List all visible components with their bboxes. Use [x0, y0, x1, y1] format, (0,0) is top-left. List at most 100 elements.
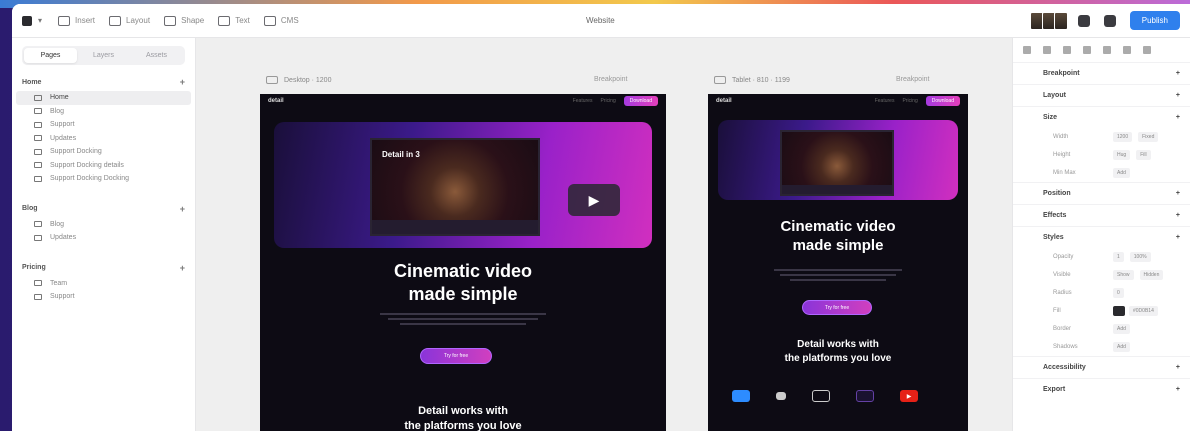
hero-title[interactable]: Cinematic video made simple — [708, 218, 968, 256]
page-item[interactable]: Support Docking Docking — [12, 172, 195, 186]
canvas[interactable]: Desktop · 1200 Breakpoint detail Feature… — [196, 38, 1012, 431]
plus-icon[interactable]: + — [180, 263, 185, 273]
panel-section-effects[interactable]: Effects + — [1013, 204, 1190, 226]
align-center-icon[interactable] — [1043, 46, 1051, 54]
row-label: Shadows — [1053, 344, 1078, 350]
plus-icon[interactable]: + — [1176, 190, 1180, 197]
align-middle-icon[interactable] — [1103, 46, 1111, 54]
nav-link-pricing[interactable]: Pricing — [902, 98, 917, 104]
panel-section-breakpoint[interactable]: Breakpoint + — [1013, 62, 1190, 84]
height-mode-select[interactable]: Fill — [1136, 150, 1151, 160]
plus-icon[interactable]: + — [1176, 92, 1180, 99]
hero-video[interactable] — [780, 130, 894, 196]
nav-download-button[interactable]: Download — [925, 96, 960, 106]
tablet-frame[interactable]: detail Features Pricing Download Cinemat… — [708, 94, 968, 431]
tab-layers[interactable]: Layers — [77, 48, 130, 63]
play-button[interactable]: ▶ — [568, 184, 620, 216]
page-item[interactable]: Support Docking — [12, 145, 195, 159]
width-input[interactable]: 1200 — [1113, 132, 1133, 142]
panel-section-size[interactable]: Size + — [1013, 106, 1190, 128]
toolbar-label: CMS — [280, 16, 299, 25]
shadows-add[interactable]: Add — [1113, 342, 1130, 352]
publish-button[interactable]: Publish — [1129, 11, 1180, 30]
align-left-icon[interactable] — [1023, 46, 1031, 54]
settings-icon[interactable] — [1103, 14, 1116, 27]
desktop-breakpoint-label[interactable]: Breakpoint — [594, 76, 627, 83]
play-icon: ▶ — [588, 191, 600, 208]
hero-title-line2: made simple — [792, 236, 884, 254]
desktop-frame-label[interactable]: Desktop · 1200 — [266, 76, 331, 84]
project-title[interactable]: Website — [586, 16, 615, 25]
tab-assets[interactable]: Assets — [130, 48, 183, 63]
visible-show[interactable]: Show — [1113, 270, 1134, 280]
panel-section-position[interactable]: Position + — [1013, 182, 1190, 204]
min-max-add[interactable]: Add — [1113, 168, 1130, 178]
hero-video[interactable]: Detail in 3 — [370, 138, 540, 236]
align-right-icon[interactable] — [1063, 46, 1071, 54]
fill-swatch[interactable] — [1113, 306, 1125, 316]
section-header-home[interactable]: Home + — [12, 73, 195, 91]
tablet-breakpoint-label[interactable]: Breakpoint — [896, 76, 929, 83]
visible-hidden[interactable]: Hidden — [1139, 270, 1164, 280]
nav-link-features[interactable]: Features — [875, 98, 895, 104]
plus-icon[interactable]: + — [1176, 70, 1180, 77]
nav-download-button[interactable]: Download — [623, 96, 658, 106]
toolbar-cms[interactable]: CMS — [263, 15, 299, 26]
height-input[interactable]: Hug — [1113, 150, 1131, 160]
fill-hex-input[interactable]: #0D0B14 — [1129, 306, 1158, 316]
radius-input[interactable]: 0 — [1113, 288, 1124, 298]
plus-icon[interactable]: + — [180, 77, 185, 87]
tablet-frame-label[interactable]: Tablet · 810 · 1199 — [714, 76, 790, 84]
plus-icon[interactable]: + — [1176, 114, 1180, 121]
tab-pages[interactable]: Pages — [24, 48, 77, 63]
section-header-pricing[interactable]: Pricing + — [12, 259, 195, 277]
hero-title-line1: Cinematic video — [780, 218, 896, 235]
border-add[interactable]: Add — [1113, 324, 1130, 334]
toolbar-layout[interactable]: Layout — [109, 15, 150, 26]
platforms-title[interactable]: Detail works with the platforms you love — [708, 338, 968, 365]
page-item[interactable]: Support Docking details — [12, 159, 195, 173]
panel-section-styles[interactable]: Styles + — [1013, 226, 1190, 248]
nav-link-features[interactable]: Features — [573, 98, 593, 104]
nav-links: Features Pricing Download — [875, 96, 960, 106]
platforms-title[interactable]: Detail works with the platforms you love — [260, 404, 666, 431]
nav-link-pricing[interactable]: Pricing — [600, 98, 615, 104]
toolbar-text[interactable]: Text — [218, 15, 250, 26]
page-item[interactable]: Home — [16, 91, 191, 105]
align-bottom-icon[interactable] — [1123, 46, 1131, 54]
panel-section-layout[interactable]: Layout + — [1013, 84, 1190, 106]
panel-section-export[interactable]: Export + — [1013, 378, 1190, 400]
plus-icon[interactable]: + — [1176, 364, 1180, 371]
hero-title[interactable]: Cinematic video made simple — [260, 260, 666, 305]
hero-cta-button[interactable]: Try for free — [802, 300, 872, 315]
plus-icon[interactable]: + — [1176, 234, 1180, 241]
align-top-icon[interactable] — [1083, 46, 1091, 54]
page-item[interactable]: Blog — [12, 218, 195, 232]
page-item[interactable]: Blog — [12, 105, 195, 119]
page-item[interactable]: Updates — [12, 231, 195, 245]
toolbar-insert[interactable]: Insert — [58, 15, 95, 26]
width-mode-select[interactable]: Fixed — [1138, 132, 1159, 142]
page-item[interactable]: Updates — [12, 132, 195, 146]
panel-section-accessibility[interactable]: Accessibility + — [1013, 356, 1190, 378]
opacity-input[interactable]: 1 — [1113, 252, 1124, 262]
desktop-nav: detail Features Pricing Download — [260, 94, 666, 108]
plus-icon[interactable]: + — [1176, 386, 1180, 393]
distribute-icon[interactable] — [1143, 46, 1151, 54]
plus-icon[interactable]: + — [180, 204, 185, 214]
collaborator-avatars[interactable] — [1029, 11, 1068, 30]
app-logo-icon[interactable] — [22, 15, 32, 26]
site-logo[interactable]: detail — [716, 98, 732, 104]
preview-icon[interactable] — [1077, 14, 1090, 27]
page-item[interactable]: Support — [12, 290, 195, 304]
site-logo[interactable]: detail — [268, 98, 284, 104]
opacity-percent[interactable]: 100% — [1129, 252, 1151, 262]
page-item[interactable]: Support — [12, 118, 195, 132]
hero-cta-button[interactable]: Try for free — [420, 348, 492, 364]
section-header-blog[interactable]: Blog + — [12, 200, 195, 218]
toolbar-shape[interactable]: Shape — [164, 15, 204, 26]
desktop-frame[interactable]: detail Features Pricing Download Detail … — [260, 94, 666, 431]
chevron-down-icon[interactable]: ▾ — [38, 16, 42, 25]
page-item[interactable]: Team — [12, 277, 195, 291]
plus-icon[interactable]: + — [1176, 212, 1180, 219]
